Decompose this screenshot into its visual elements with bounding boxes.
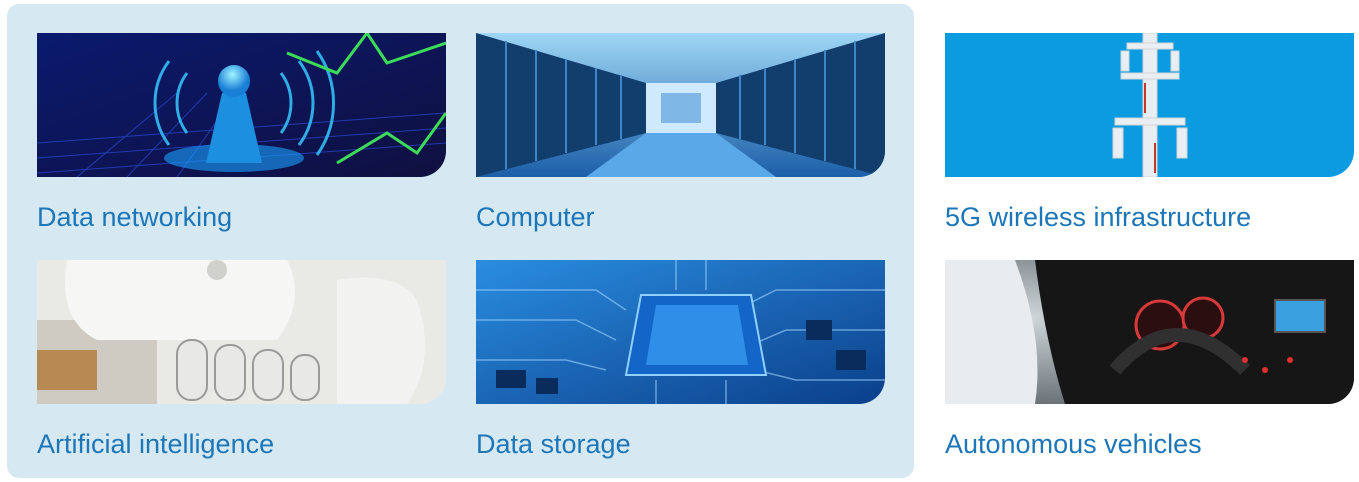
- tile-label: Autonomous vehicles: [945, 429, 1202, 459]
- tile-artificial-intelligence[interactable]: Artificial intelligence: [37, 260, 446, 460]
- circuit-chip-image: [476, 260, 885, 404]
- cell-tower-image: [945, 33, 1354, 177]
- tile-5g-wireless[interactable]: 5G wireless infrastructure: [945, 33, 1354, 233]
- tile-data-networking[interactable]: Data networking: [37, 33, 446, 233]
- antenna-signal-image: [37, 33, 446, 177]
- tile-label: Data networking: [37, 202, 233, 232]
- server-room-image: [476, 33, 885, 177]
- tile-label: Data storage: [476, 429, 631, 459]
- robot-hand-image: [37, 260, 446, 404]
- car-dashboard-image: [945, 260, 1354, 404]
- tile-computer[interactable]: Computer: [476, 33, 885, 233]
- tile-autonomous-vehicles[interactable]: Autonomous vehicles: [945, 260, 1354, 460]
- tile-label: Computer: [476, 202, 595, 232]
- tile-data-storage[interactable]: Data storage: [476, 260, 885, 460]
- tile-label: 5G wireless infrastructure: [945, 202, 1252, 232]
- tile-label: Artificial intelligence: [37, 429, 275, 459]
